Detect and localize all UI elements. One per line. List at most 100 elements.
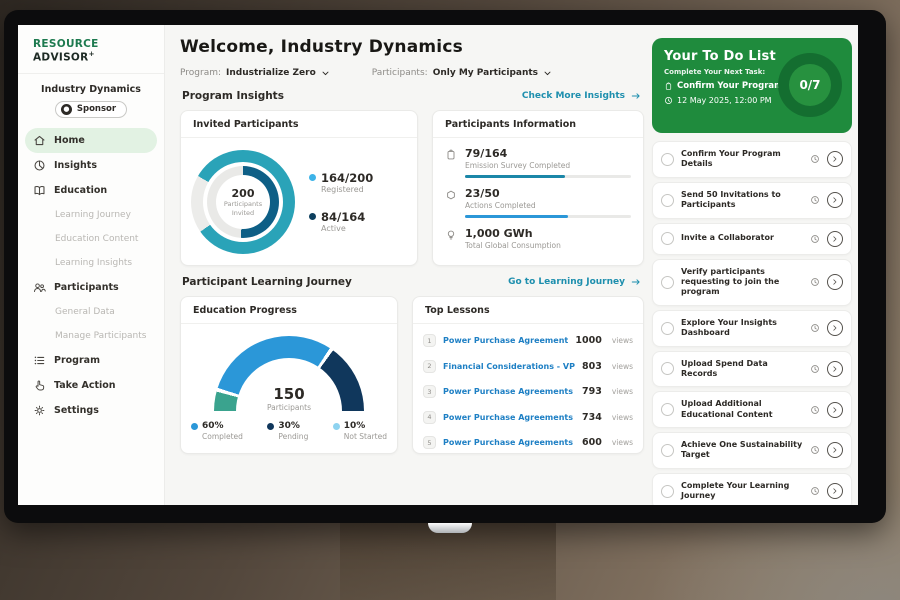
- education-progress-card: Education Progress 150 Participants 60% …: [180, 296, 398, 454]
- task-checkbox[interactable]: [661, 276, 674, 289]
- chevron-down-icon: [543, 69, 552, 78]
- lesson-link[interactable]: Power Purchase Agreements 103: [443, 438, 575, 447]
- task-open-button[interactable]: [827, 442, 843, 458]
- views-suffix: views: [612, 362, 633, 371]
- legend-entry-pending: 30% Pending: [267, 421, 308, 441]
- sidebar-item-manage-participants[interactable]: Manage Participants: [18, 324, 164, 348]
- task-open-button[interactable]: [827, 192, 843, 208]
- sidebar-item-learning-journey[interactable]: Learning Journey: [18, 203, 164, 227]
- task-checkbox[interactable]: [661, 194, 674, 207]
- legend-value: 84/164: [321, 210, 373, 224]
- sidebar-item-home[interactable]: Home: [25, 128, 157, 153]
- task-checkbox[interactable]: [661, 444, 674, 457]
- task-item[interactable]: Explore Your Insights Dashboard: [652, 310, 852, 347]
- task-open-button[interactable]: [827, 483, 843, 499]
- task-label: Confirm Your Program Details: [681, 149, 803, 170]
- sidebar-item-general-data[interactable]: General Data: [18, 300, 164, 324]
- clock-icon: [810, 486, 820, 496]
- legend-label: Active: [321, 224, 373, 233]
- lesson-link[interactable]: Power Purchase Agreements 101: [443, 336, 568, 345]
- check-more-insights-link[interactable]: Check More Insights: [522, 91, 642, 101]
- participants-select[interactable]: Participants: Only My Participants: [372, 68, 552, 78]
- task-open-button[interactable]: [827, 274, 843, 290]
- task-checkbox[interactable]: [661, 403, 674, 416]
- lesson-rank: 2: [423, 360, 436, 373]
- task-open-button[interactable]: [827, 402, 843, 418]
- lesson-row: 5 Power Purchase Agreements 103 600views: [423, 430, 633, 456]
- program-select-value: Industrialize Zero: [226, 68, 316, 78]
- task-item[interactable]: Complete Your Learning Journey: [652, 473, 852, 505]
- program-select[interactable]: Program: Industrialize Zero: [180, 68, 330, 78]
- task-checkbox[interactable]: [661, 232, 674, 245]
- task-label: Invite a Collaborator: [681, 233, 803, 243]
- task-checkbox[interactable]: [661, 153, 674, 166]
- legend-entry-active: 84/164 Active: [309, 210, 373, 233]
- task-item[interactable]: Upload Additional Educational Content: [652, 391, 852, 428]
- gauge-center-value: 150: [214, 385, 364, 403]
- chevron-right-icon: [831, 324, 839, 332]
- participants-icon: [33, 281, 46, 294]
- todo-due-label: 12 May 2025, 12:00 PM: [677, 96, 772, 105]
- task-label: Send 50 Invitations to Participants: [681, 190, 803, 211]
- info-label: Actions Completed: [465, 201, 631, 210]
- task-checkbox[interactable]: [661, 362, 674, 375]
- task-open-button[interactable]: [827, 361, 843, 377]
- sidebar-item-take-action[interactable]: Take Action: [18, 373, 164, 398]
- participants-select-value: Only My Participants: [433, 68, 538, 78]
- views-suffix: views: [612, 336, 633, 345]
- logo-text-primary: RESOURCE: [33, 38, 99, 50]
- sidebar-item-education[interactable]: Education: [18, 178, 164, 203]
- education-gauge-chart: 150 Participants: [214, 336, 364, 412]
- legend-pct: 10%: [344, 421, 366, 431]
- task-item[interactable]: Send 50 Invitations to Participants: [652, 182, 852, 219]
- task-item[interactable]: Verify participants requesting to join t…: [652, 259, 852, 306]
- sidebar-item-participants[interactable]: Participants: [18, 275, 164, 300]
- lesson-link[interactable]: Power Purchase Agreements 102: [443, 413, 575, 422]
- sidebar-item-label: Settings: [54, 405, 99, 416]
- sponsor-badge-label: Sponsor: [77, 104, 116, 114]
- chevron-down-icon: [321, 69, 330, 78]
- sidebar-item-settings[interactable]: Settings: [18, 398, 164, 423]
- sidebar: RESOURCE ADVISOR+ Industry Dynamics ● Sp…: [18, 25, 165, 505]
- task-open-button[interactable]: [827, 231, 843, 247]
- clock-icon: [810, 445, 820, 455]
- info-value: 23/50: [465, 187, 631, 200]
- sidebar-item-program[interactable]: Program: [18, 348, 164, 373]
- views-suffix: views: [612, 387, 633, 396]
- legend-dot: [267, 423, 274, 430]
- donut-center-value: 200: [232, 187, 255, 200]
- legend-dot: [309, 174, 316, 181]
- task-item[interactable]: Achieve One Sustainability Target: [652, 432, 852, 469]
- task-open-button[interactable]: [827, 151, 843, 167]
- legend-dot: [333, 423, 340, 430]
- task-label: Upload Spend Data Records: [681, 359, 803, 380]
- lesson-views: 734: [582, 412, 602, 423]
- lesson-rank: 3: [423, 385, 436, 398]
- task-open-button[interactable]: [827, 320, 843, 336]
- legend-label: Pending: [267, 432, 308, 441]
- legend-dot: [191, 423, 198, 430]
- task-item[interactable]: Upload Spend Data Records: [652, 351, 852, 388]
- go-to-learning-journey-link[interactable]: Go to Learning Journey: [508, 277, 642, 287]
- lesson-rank: 1: [423, 334, 436, 347]
- arrow-right-icon: [630, 91, 642, 101]
- legend-pct: 30%: [278, 421, 300, 431]
- lesson-link[interactable]: Financial Considerations - VPPAs: [443, 362, 575, 371]
- task-checkbox[interactable]: [661, 485, 674, 498]
- task-item[interactable]: Confirm Your Program Details: [652, 141, 852, 178]
- participants-information-card: Participants Information 79/164 Emission…: [432, 110, 644, 266]
- task-item[interactable]: Invite a Collaborator: [652, 223, 852, 255]
- chevron-right-icon: [831, 487, 839, 495]
- education-icon: [33, 184, 46, 197]
- donut-center-label: Participants Invited: [217, 200, 269, 217]
- sidebar-item-insights[interactable]: Insights: [18, 153, 164, 178]
- lesson-rank: 4: [423, 411, 436, 424]
- progress-fill: [465, 215, 568, 218]
- lesson-views: 793: [582, 386, 602, 397]
- link-label: Go to Learning Journey: [508, 277, 625, 287]
- lesson-link[interactable]: Power Purchase Agreements 101: [443, 387, 575, 396]
- sidebar-item-education-content[interactable]: Education Content: [18, 227, 164, 251]
- task-checkbox[interactable]: [661, 322, 674, 335]
- lesson-views: 803: [582, 361, 602, 372]
- sidebar-item-learning-insights[interactable]: Learning Insights: [18, 251, 164, 275]
